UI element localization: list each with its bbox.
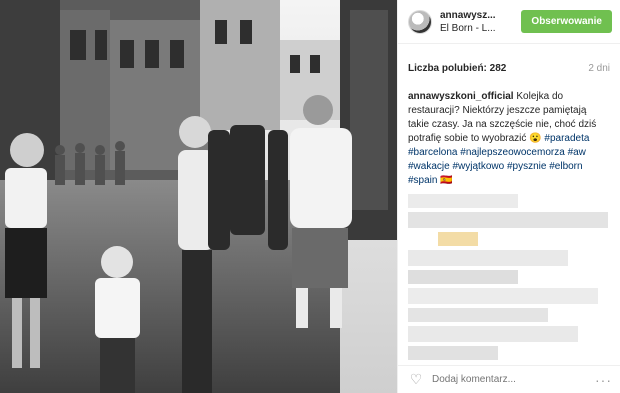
blurred-comment-line [408,308,548,322]
blurred-comment-line [408,212,608,228]
hashtag[interactable]: #najlepszeowocemorza [460,147,565,158]
author-info: annawysz... El Born - L... [440,10,521,34]
post-photo[interactable] [0,0,397,393]
post-sidebar: annawysz... El Born - L... Obserwowanie … [397,0,620,393]
more-options-icon[interactable]: ··· [595,372,612,388]
flag-emoji: 🇪🇸 [440,175,453,186]
hashtag[interactable]: #wyjątkowo [452,161,504,172]
blurred-comment-line [408,250,568,266]
blurred-comment-line [408,346,498,360]
post-caption: annawyszkoni_official Kolejka do restaur… [398,82,620,188]
hashtag[interactable]: #elborn [549,161,582,172]
caption-username[interactable]: annawyszkoni_official [408,91,514,102]
hashtag[interactable]: #pysznie [507,161,546,172]
hashtag[interactable]: #wakacje [408,161,450,172]
blurred-comment-line [408,270,518,284]
post-age[interactable]: 2 dni [588,63,610,74]
post-header: annawysz... El Born - L... Obserwowanie [398,0,620,44]
instagram-post: annawysz... El Born - L... Obserwowanie … [0,0,620,393]
blurred-comment-line [408,288,598,304]
comment-bar: ♡ ··· [398,365,620,393]
likes-count[interactable]: Liczba polubień: 282 [408,63,506,74]
photo-illustration [0,0,397,393]
blurred-comment-line [408,194,518,208]
hashtag[interactable]: #paradeta [544,133,589,144]
author-username[interactable]: annawysz... [440,10,521,21]
avatar[interactable] [408,9,432,34]
hashtag[interactable]: #spain [408,175,437,186]
hashtag[interactable]: #barcelona [408,147,457,158]
heart-icon[interactable]: ♡ [408,371,424,388]
comment-input[interactable] [432,374,595,385]
post-location[interactable]: El Born - L... [440,23,521,34]
likes-row: Liczba polubień: 282 2 dni [398,54,620,82]
hashtag[interactable]: #aw [568,147,586,158]
blurred-comment-line [438,232,478,246]
blurred-comment-line [408,326,578,342]
blurred-comments [408,194,610,362]
follow-button[interactable]: Obserwowanie [521,10,612,33]
